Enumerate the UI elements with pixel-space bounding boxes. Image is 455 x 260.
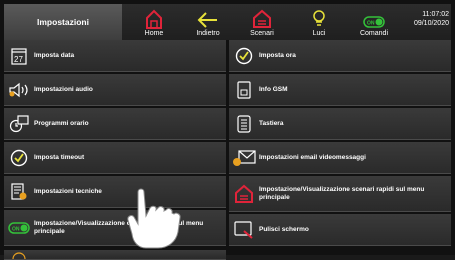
gsm-icon [237, 80, 251, 99]
menu-item-imposta-data[interactable]: 27 Imposta data [4, 40, 226, 72]
keypad-icon [237, 114, 251, 133]
on-switch-icon: ON [363, 16, 385, 28]
menu-item-tastiera[interactable]: Tastiera [229, 108, 451, 140]
top-bar: Impostazioni Home Indietro Scenari Luci … [4, 4, 451, 40]
back-label: Indietro [196, 30, 220, 37]
clock: 11:07:02 09/10/2020 [414, 10, 449, 28]
menu-item-info-gsm[interactable]: Info GSM [229, 74, 451, 106]
timeout-check-icon [10, 149, 28, 166]
scenes-button[interactable]: Scenari [238, 4, 286, 40]
menu-item-pulisci-schermo[interactable]: Pulisci schermo [229, 214, 451, 246]
menu-item-label: Imposta data [34, 51, 75, 59]
home-button[interactable]: Home [130, 4, 178, 40]
menu-item-label: Impostazioni email videomessaggi [259, 153, 366, 161]
svg-text:27: 27 [14, 55, 23, 64]
menu-item-label: Programmi orario [34, 119, 89, 127]
bulb-icon [313, 10, 325, 26]
menu-item-label: Imposta ora [259, 51, 296, 59]
technical-settings-icon [11, 182, 27, 200]
page-title-label: Impostazioni [37, 17, 89, 27]
email-icon [233, 149, 256, 166]
schedule-icon [9, 114, 29, 132]
clean-screen-icon [234, 220, 253, 239]
menu-item-label: Impostazioni audio [34, 85, 93, 93]
svg-text:ON: ON [12, 226, 20, 232]
lights-button[interactable]: Luci [295, 4, 343, 40]
scenes-icon [235, 184, 253, 203]
menu-item-label: Tastiera [259, 119, 284, 127]
svg-text:ON: ON [367, 21, 375, 27]
menu-item-label: Imposta timeout [34, 153, 85, 161]
clock-date: 09/10/2020 [413, 20, 449, 27]
clock-check-icon [235, 47, 253, 64]
home-label: Home [144, 30, 164, 37]
page-title: Impostazioni [4, 4, 122, 40]
scenes-icon [253, 9, 271, 28]
menu-item-impostazioni-audio[interactable]: Impostazioni audio [4, 74, 226, 106]
menu-item-email-videomessaggi[interactable]: Impostazioni email videomessaggi [229, 142, 451, 174]
clock-time: 11:07:02 [422, 11, 449, 18]
menu-item-scenari-rapidi[interactable]: Impostazione/Visualizzazione scenari rap… [229, 176, 451, 212]
menu-item-label: Pulisci schermo [259, 225, 309, 233]
scenes-label: Scenari [250, 30, 274, 37]
commands-button[interactable]: ON Comandi [350, 4, 398, 40]
back-arrow-icon [197, 12, 217, 28]
menu-item-label: Impostazione/Visualizzazione scenari rap… [259, 185, 425, 201]
menu-item-label: Impostazioni tecniche [34, 187, 102, 195]
back-button[interactable]: Indietro [184, 4, 232, 40]
menu-item-programmi-orario[interactable]: Programmi orario [4, 108, 226, 140]
menu-item-imposta-ora[interactable]: Imposta ora [229, 40, 451, 72]
pointing-hand-icon [127, 188, 181, 249]
menu-item-label: Info GSM [259, 85, 288, 93]
lights-label: Luci [312, 30, 326, 37]
on-switch-icon: ON [8, 221, 30, 234]
speaker-icon [9, 82, 28, 97]
settings-grid: 27 Imposta data Impostazioni audio Progr… [4, 40, 451, 260]
calendar-icon: 27 [11, 47, 27, 65]
commands-label: Comandi [359, 30, 388, 37]
screen: Impostazioni Home Indietro Scenari Luci … [0, 0, 455, 260]
home-icon [146, 9, 162, 29]
menu-item-imposta-timeout[interactable]: Imposta timeout [4, 142, 226, 174]
